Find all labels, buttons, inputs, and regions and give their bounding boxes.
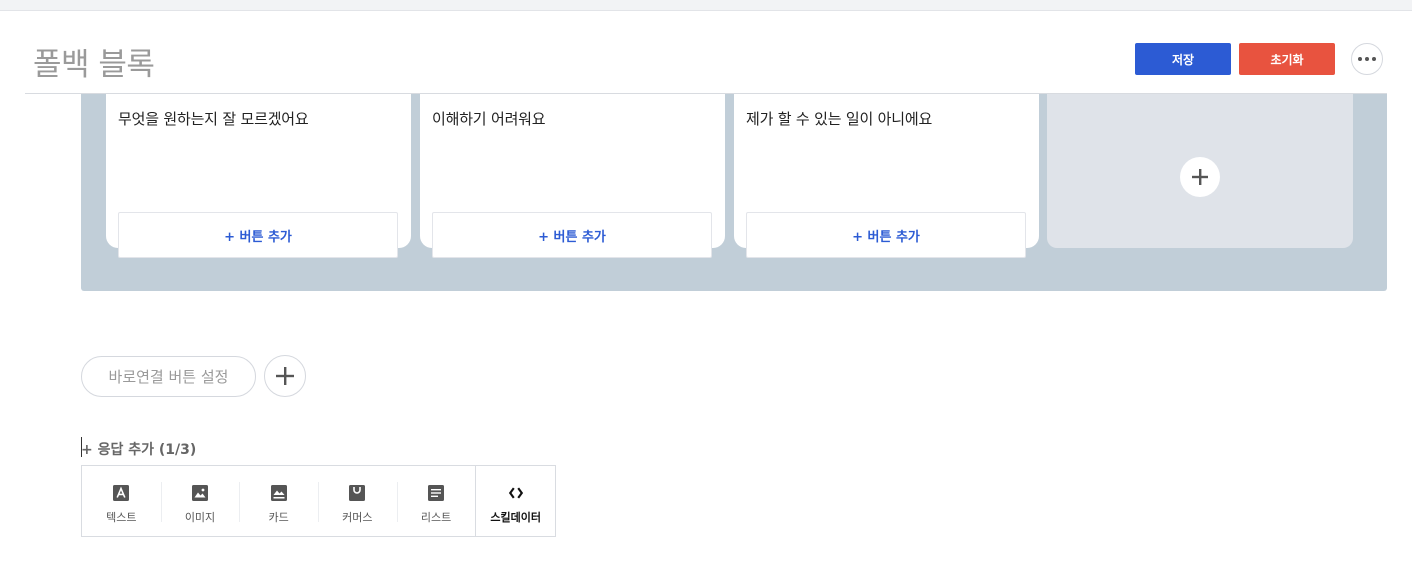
- header-divider: [25, 93, 1387, 94]
- plus-icon: [276, 367, 294, 385]
- response-type-label: 이미지: [184, 511, 216, 524]
- reset-button[interactable]: 초기화: [1239, 43, 1335, 75]
- response-type-text[interactable]: 텍스트: [82, 466, 161, 536]
- quick-reply-settings-button[interactable]: 바로연결 버튼 설정: [81, 356, 256, 397]
- add-response-heading[interactable]: + 응답 추가 (1/3): [81, 439, 196, 459]
- response-type-label: 리스트: [420, 511, 452, 524]
- card-icon: [270, 485, 287, 501]
- top-strip: [0, 0, 1412, 11]
- page-title: 폴백 블록: [33, 47, 155, 83]
- card-message[interactable]: 제가 할 수 있는 일이 아니에요: [746, 108, 932, 129]
- plus-icon: [1192, 169, 1208, 185]
- card-message[interactable]: 무엇을 원하는지 잘 모르겠어요: [118, 108, 309, 129]
- image-icon: [192, 485, 208, 501]
- response-type-label: 스킬데이터: [490, 511, 541, 524]
- card-carousel: 무엇을 원하는지 잘 모르겠어요 + 버튼 추가 이해하기 어려워요 + 버튼 …: [81, 60, 1387, 291]
- list-icon: [428, 485, 445, 501]
- page-header: 폴백 블록 저장 초기화: [0, 11, 1412, 93]
- response-type-label: 카드: [268, 511, 289, 524]
- add-button-button[interactable]: + 버튼 추가: [118, 212, 398, 258]
- response-type-card[interactable]: 카드: [239, 466, 318, 536]
- text-icon: [113, 485, 130, 501]
- response-type-selector: 텍스트 이미지 카드 커머스 리스트 스킬데이터: [81, 465, 556, 537]
- add-quick-reply-button[interactable]: [264, 355, 306, 397]
- code-brackets-icon: [508, 485, 524, 501]
- message-card: 무엇을 원하는지 잘 모르겠어요 + 버튼 추가: [106, 82, 411, 258]
- more-dots-icon: [1358, 57, 1376, 61]
- add-card-button[interactable]: [1180, 157, 1220, 197]
- response-type-label: 커머스: [342, 511, 373, 524]
- add-button-button[interactable]: + 버튼 추가: [432, 212, 712, 258]
- add-button-button[interactable]: + 버튼 추가: [746, 212, 1026, 258]
- more-options-button[interactable]: [1351, 43, 1383, 75]
- add-card-placeholder: [1047, 82, 1353, 248]
- response-type-label: 텍스트: [106, 511, 137, 524]
- response-type-list[interactable]: 리스트: [396, 466, 476, 536]
- message-card: 이해하기 어려워요 + 버튼 추가: [420, 82, 725, 258]
- commerce-bag-icon: [349, 485, 366, 501]
- response-type-image[interactable]: 이미지: [160, 466, 240, 536]
- response-type-skill-data[interactable]: 스킬데이터: [475, 466, 555, 536]
- response-type-commerce[interactable]: 커머스: [318, 466, 397, 536]
- message-card: 제가 할 수 있는 일이 아니에요 + 버튼 추가: [734, 82, 1039, 258]
- save-button[interactable]: 저장: [1135, 43, 1231, 75]
- card-message[interactable]: 이해하기 어려워요: [432, 108, 546, 129]
